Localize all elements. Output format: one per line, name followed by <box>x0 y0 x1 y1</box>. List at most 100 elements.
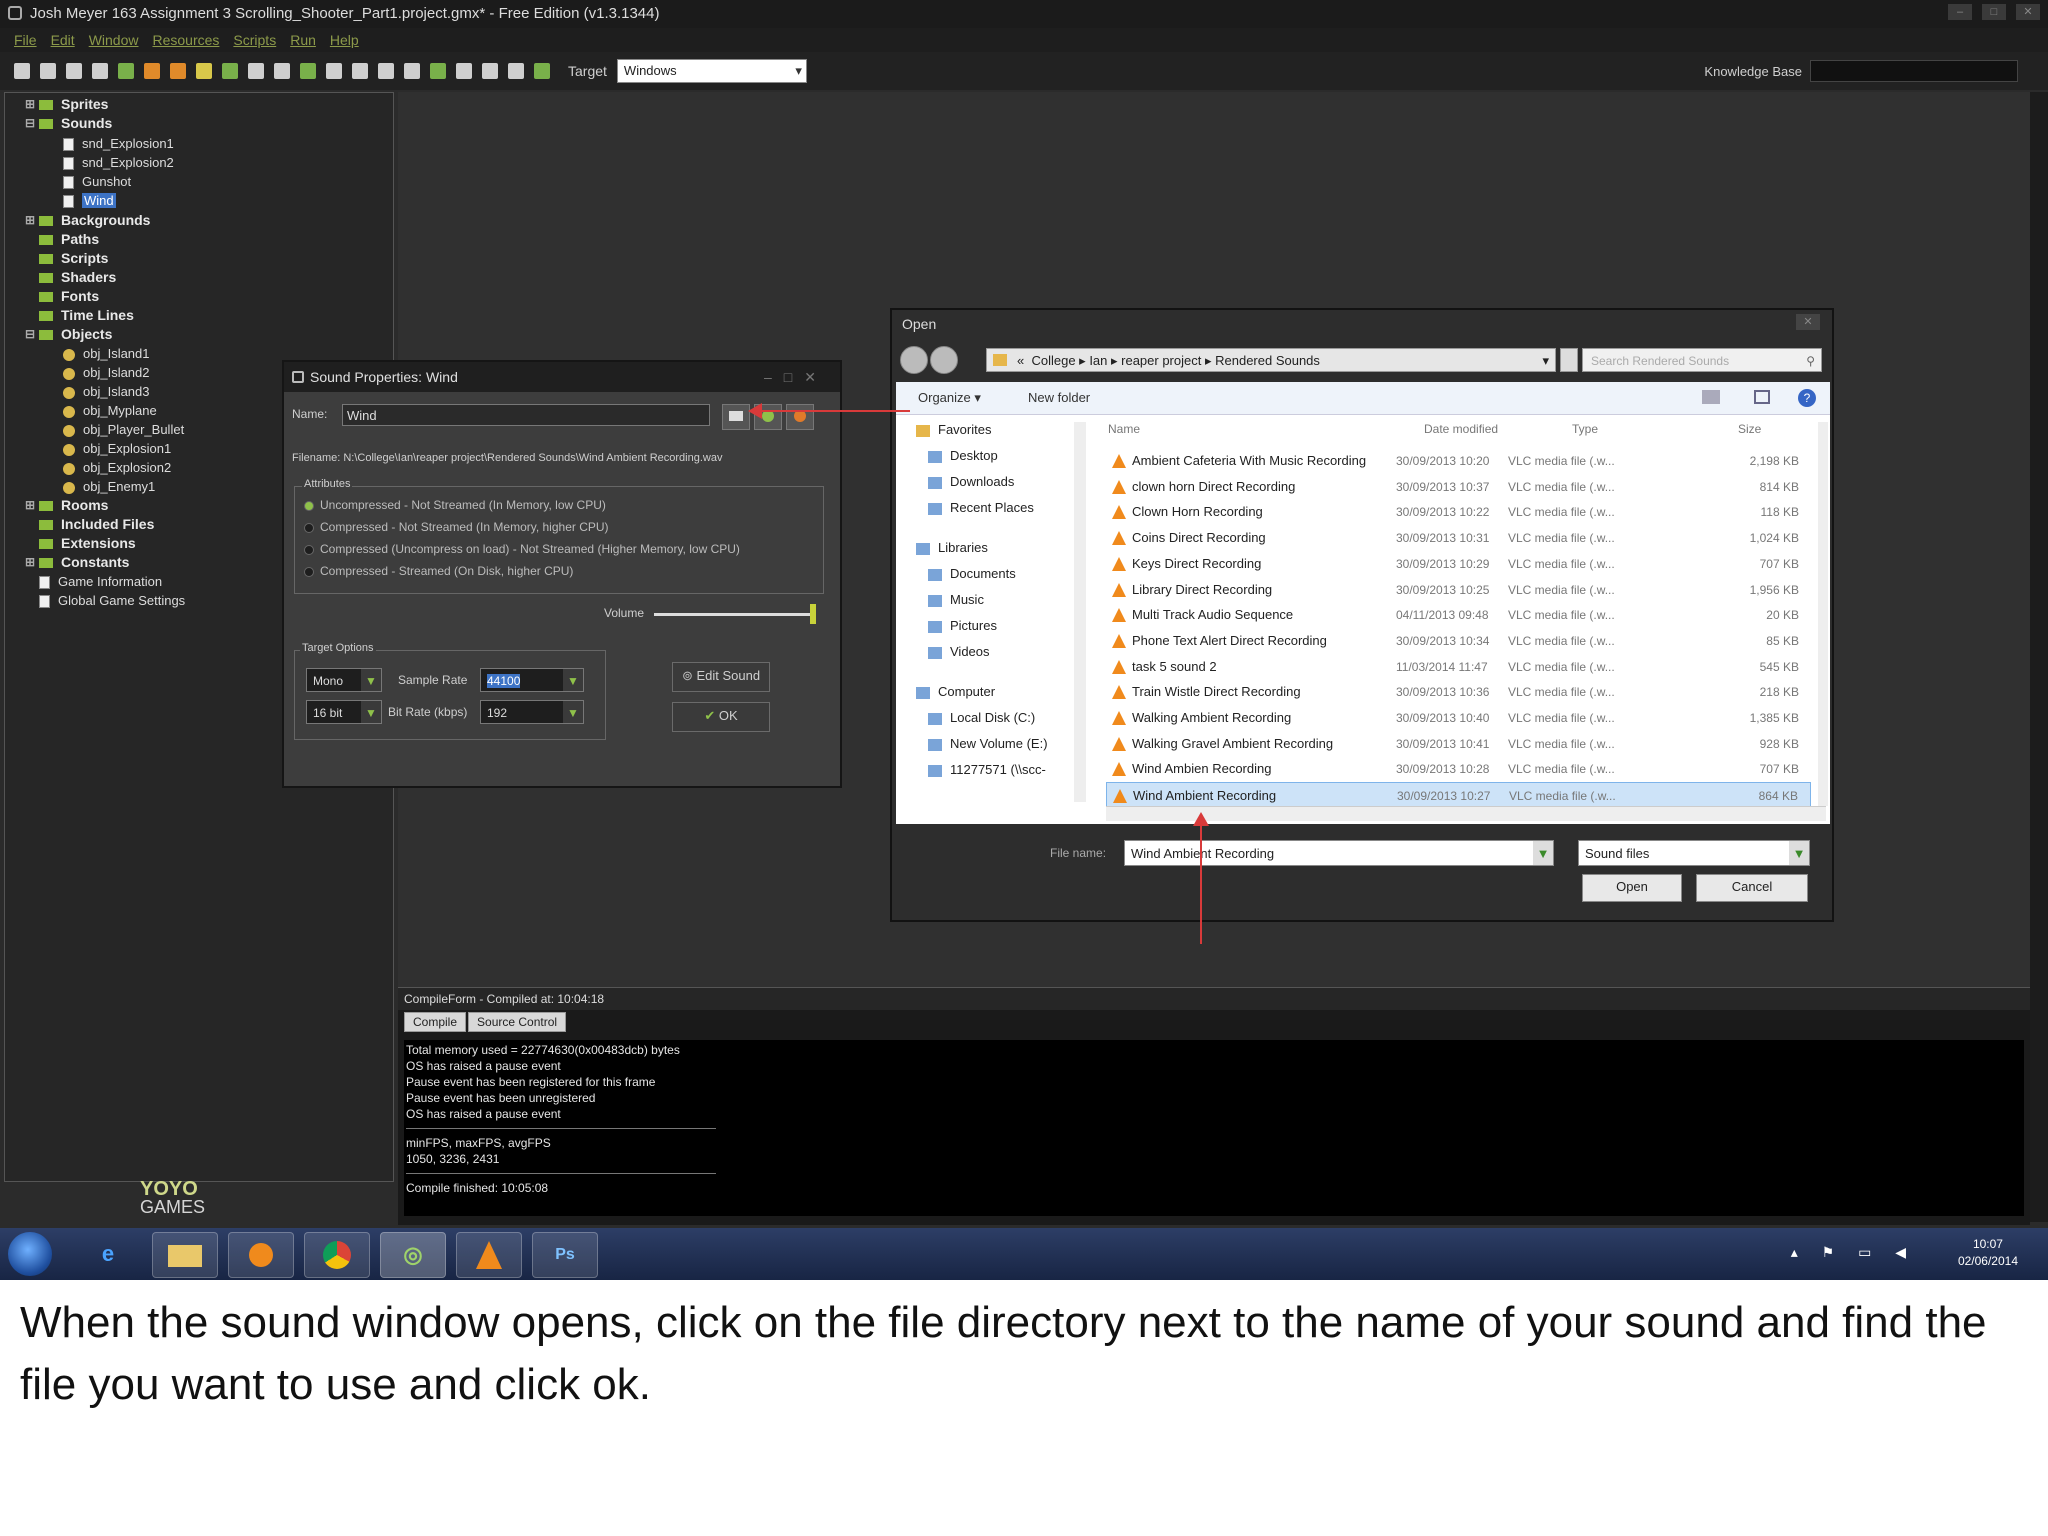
tree-shaders[interactable]: Shaders <box>39 268 116 287</box>
nav-recent-places[interactable]: Recent Places <box>928 500 1034 515</box>
file-row[interactable]: task 5 sound 2 11/03/2014 11:47 VLC media … <box>1106 654 1811 680</box>
menu-file[interactable]: File <box>14 28 37 52</box>
add-font-icon[interactable] <box>378 63 394 79</box>
file-row[interactable]: Walking Ambient Recording 30/09/2013 10:4… <box>1106 705 1811 731</box>
tree-rooms[interactable]: ⊞ Rooms <box>15 496 108 515</box>
nav-scrollbar[interactable] <box>1074 422 1086 802</box>
address-bar[interactable]: « College ▸ Ian ▸ reaper project ▸ Rende… <box>986 348 1556 372</box>
file-name-input[interactable]: Wind Ambient Recording ▼ <box>1124 840 1554 866</box>
channel-select[interactable]: Mono ▼ <box>306 668 382 692</box>
add-path-icon[interactable] <box>300 63 316 79</box>
tree-timelines[interactable]: Time Lines <box>39 306 134 325</box>
new-folder-button[interactable]: New folder <box>1028 390 1090 405</box>
internet-explorer-icon[interactable]: e <box>76 1232 140 1276</box>
menu-run[interactable]: Run <box>290 28 316 52</box>
add-sprite-icon[interactable] <box>222 63 238 79</box>
extensions-icon[interactable] <box>508 63 524 79</box>
clock[interactable]: 10:07 02/06/2014 <box>1958 1236 2018 1270</box>
run-icon[interactable] <box>118 63 134 79</box>
file-row[interactable]: Train Wistle Direct Recording 30/09/2013 … <box>1106 679 1811 705</box>
tree-item[interactable]: obj_Explosion1 <box>63 439 171 458</box>
column-size[interactable]: Size <box>1738 422 1761 436</box>
cancel-button[interactable]: Cancel <box>1696 874 1808 902</box>
attribute-option[interactable]: Compressed - Streamed (On Disk, higher C… <box>304 564 573 578</box>
tree-paths[interactable]: Paths <box>39 230 99 249</box>
attribute-option[interactable]: Compressed - Not Streamed (In Memory, hi… <box>304 520 609 534</box>
sample-rate-select[interactable]: 44100 ▼ <box>480 668 584 692</box>
menu-resources[interactable]: Resources <box>152 28 219 52</box>
file-row[interactable]: Multi Track Audio Sequence 04/11/2013 09:… <box>1106 602 1811 628</box>
gamemaker-taskbar-icon[interactable]: ◎ <box>380 1232 446 1278</box>
tab-compile[interactable]: Compile <box>404 1012 467 1032</box>
file-row[interactable]: Coins Direct Recording 30/09/2013 10:31 VL… <box>1106 525 1811 551</box>
volume-slider[interactable] <box>654 613 814 616</box>
horizontal-scrollbar[interactable] <box>1106 806 1826 821</box>
media-player-icon[interactable] <box>228 1232 294 1278</box>
window-controls[interactable]: –□✕ <box>764 362 828 392</box>
load-sound-button[interactable] <box>722 404 750 430</box>
tree-constants[interactable]: ⊞ Constants <box>15 553 129 572</box>
open-button[interactable]: Open <box>1582 874 1682 902</box>
tree-item[interactable]: Gunshot <box>63 172 131 191</box>
nav-computer[interactable]: Computer <box>916 684 995 699</box>
tree-item[interactable]: obj_Explosion2 <box>63 458 171 477</box>
add-shader-icon[interactable] <box>352 63 368 79</box>
tree-item[interactable]: obj_Island1 <box>63 344 150 363</box>
nav-local-disk[interactable]: Local Disk (C:) <box>928 710 1035 725</box>
start-button[interactable] <box>8 1232 52 1276</box>
tree-item[interactable]: obj_Enemy1 <box>63 477 155 496</box>
file-row[interactable]: Library Direct Recording 30/09/2013 10:25… <box>1106 577 1811 603</box>
target-select[interactable]: Windows <box>616 59 807 83</box>
organize-button[interactable]: Organize ▾ <box>918 390 981 406</box>
file-row[interactable]: Clown Horn Recording 30/09/2013 10:22 VLC … <box>1106 499 1811 525</box>
tree-item[interactable]: snd_Explosion1 <box>63 134 174 153</box>
tree-item[interactable]: obj_Myplane <box>63 401 157 420</box>
menu-help[interactable]: Help <box>330 28 359 52</box>
nav-documents[interactable]: Documents <box>928 566 1016 581</box>
tree-included-files[interactable]: Included Files <box>39 515 154 534</box>
manual-icon[interactable] <box>534 63 550 79</box>
stop-icon[interactable] <box>170 63 186 79</box>
tree-item-selected[interactable]: Wind <box>63 191 116 210</box>
vlc-icon[interactable] <box>456 1232 522 1278</box>
file-row[interactable]: Ambient Cafeteria With Music Recording 30… <box>1106 448 1811 474</box>
nav-desktop[interactable]: Desktop <box>928 448 998 463</box>
attribute-option[interactable]: Uncompressed - Not Streamed (In Memory, … <box>304 498 606 512</box>
menu-scripts[interactable]: Scripts <box>233 28 276 52</box>
tree-objects[interactable]: ⊟ Objects <box>15 325 112 344</box>
minimize-button[interactable]: – <box>1948 4 1972 20</box>
bit-depth-select[interactable]: 16 bit ▼ <box>306 700 382 724</box>
file-row-selected[interactable]: Wind Ambient Recording 30/09/2013 10:27 VL… <box>1106 782 1811 809</box>
file-list-scrollbar[interactable] <box>1818 422 1828 806</box>
nav-favorites[interactable]: Favorites <box>916 422 991 437</box>
tree-item[interactable]: obj_Player_Bullet <box>63 420 184 439</box>
new-project-icon[interactable] <box>14 63 30 79</box>
nav-videos[interactable]: Videos <box>928 644 990 659</box>
column-date[interactable]: Date modified <box>1424 422 1498 436</box>
back-icon[interactable] <box>900 346 928 374</box>
maximize-button[interactable]: □ <box>1982 4 2006 20</box>
menu-edit[interactable]: Edit <box>51 28 75 52</box>
game-settings-icon[interactable] <box>482 63 498 79</box>
file-explorer-icon[interactable] <box>152 1232 218 1278</box>
tree-item[interactable]: obj_Island3 <box>63 382 150 401</box>
photoshop-icon[interactable]: Ps <box>532 1232 598 1278</box>
open-project-icon[interactable] <box>40 63 56 79</box>
column-type[interactable]: Type <box>1572 422 1598 436</box>
file-row[interactable]: Walking Gravel Ambient Recording 30/09/20… <box>1106 731 1811 757</box>
tree-sprites[interactable]: ⊞ Sprites <box>15 95 108 114</box>
tab-source-control[interactable]: Source Control <box>468 1012 567 1032</box>
forward-icon[interactable] <box>930 346 958 374</box>
add-timeline-icon[interactable] <box>404 63 420 79</box>
knowledge-base-input[interactable] <box>1810 60 2018 82</box>
save-project-icon[interactable] <box>66 63 82 79</box>
sound-name-input[interactable] <box>342 404 710 426</box>
add-background-icon[interactable] <box>274 63 290 79</box>
column-name[interactable]: Name <box>1108 422 1140 436</box>
tree-fonts[interactable]: Fonts <box>39 287 99 306</box>
search-input[interactable]: Search Rendered Sounds ⚲ <box>1582 348 1822 372</box>
tree-game-information[interactable]: Game Information <box>39 572 162 591</box>
help-icon[interactable]: ? <box>1798 389 1816 407</box>
attribute-option[interactable]: Compressed (Uncompress on load) - Not St… <box>304 542 740 556</box>
tree-item[interactable]: obj_Island2 <box>63 363 150 382</box>
